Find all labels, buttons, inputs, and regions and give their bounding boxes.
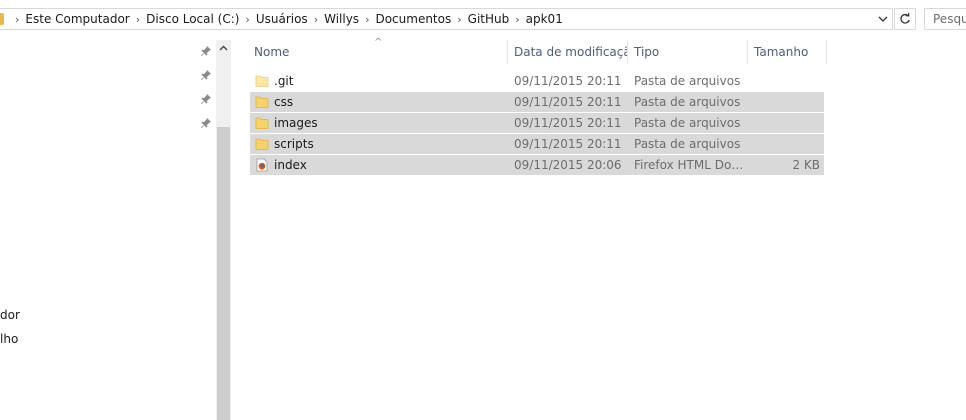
- file-type: Firefox HTML Doc...: [634, 158, 746, 172]
- file-row-git[interactable]: .git 09/11/2015 20:11 Pasta de arquivos: [250, 71, 824, 91]
- file-date: 09/11/2015 20:11: [514, 137, 622, 151]
- column-header-name[interactable]: Nome: [248, 40, 506, 64]
- chevron-down-icon: [878, 16, 888, 22]
- file-size: 2 KB: [792, 158, 820, 172]
- column-header-size[interactable]: Tamanho: [748, 40, 826, 64]
- file-name: index: [274, 158, 307, 172]
- navigation-pane: dor lho: [0, 40, 216, 420]
- file-list-pane: ^ Nome Data de modificação Tipo Tamanho …: [231, 37, 966, 420]
- nav-scrollbar[interactable]: [216, 40, 231, 420]
- file-row-images[interactable]: images 09/11/2015 20:11 Pasta de arquivo…: [250, 113, 824, 133]
- pin-icon[interactable]: [200, 45, 212, 57]
- folder-icon: [255, 138, 269, 150]
- file-size: [748, 92, 820, 112]
- folder-icon: [255, 117, 269, 129]
- chevron-right-icon[interactable]: ›: [309, 13, 323, 26]
- breadcrumb-willys[interactable]: Willys: [323, 12, 360, 26]
- file-name: images: [274, 116, 318, 130]
- file-date: 09/11/2015 20:11: [514, 74, 622, 88]
- address-row: › Este Computador › Disco Local (C:) › U…: [0, 0, 966, 40]
- column-header-date[interactable]: Data de modificação: [508, 40, 627, 64]
- refresh-button[interactable]: [894, 8, 916, 30]
- firefox-html-icon: [256, 158, 268, 172]
- folder-icon: [255, 96, 269, 108]
- nav-item-label[interactable]: dor: [0, 308, 20, 322]
- file-name: css: [274, 95, 294, 109]
- breadcrumb-documentos[interactable]: Documentos: [374, 12, 452, 26]
- file-size: [748, 71, 820, 91]
- chevron-right-icon[interactable]: ›: [452, 13, 466, 26]
- chevron-right-icon[interactable]: ›: [360, 13, 374, 26]
- address-bar[interactable]: › Este Computador › Disco Local (C:) › U…: [0, 8, 893, 30]
- column-header-type[interactable]: Tipo: [628, 40, 746, 64]
- search-box[interactable]: [924, 8, 966, 30]
- file-size: [748, 134, 820, 154]
- file-row-css[interactable]: css 09/11/2015 20:11 Pasta de arquivos: [250, 92, 824, 112]
- breadcrumb: › Este Computador › Disco Local (C:) › U…: [10, 9, 564, 29]
- file-date: 09/11/2015 20:06: [514, 158, 622, 172]
- breadcrumb-apk01[interactable]: apk01: [525, 12, 564, 26]
- chevron-right-icon[interactable]: ›: [510, 13, 524, 26]
- file-type: Pasta de arquivos: [634, 137, 741, 151]
- file-size: [748, 113, 820, 133]
- chevron-right-icon[interactable]: ›: [10, 13, 24, 26]
- file-name: .git: [274, 74, 294, 88]
- column-divider[interactable]: [826, 40, 827, 64]
- breadcrumb-disco-local[interactable]: Disco Local (C:): [145, 12, 240, 26]
- chevron-up-icon: [219, 45, 228, 51]
- breadcrumb-github[interactable]: GitHub: [467, 12, 511, 26]
- file-date: 09/11/2015 20:11: [514, 95, 622, 109]
- pin-icon[interactable]: [200, 117, 212, 129]
- breadcrumb-usuarios[interactable]: Usuários: [255, 12, 309, 26]
- refresh-icon: [900, 13, 910, 24]
- scrollbar-thumb[interactable]: [217, 127, 230, 420]
- scroll-up-button[interactable]: [216, 40, 231, 56]
- nav-item-label[interactable]: lho: [0, 332, 18, 346]
- folder-icon: [0, 13, 4, 25]
- chevron-right-icon[interactable]: ›: [240, 13, 254, 26]
- file-type: Pasta de arquivos: [634, 116, 741, 130]
- file-name: scripts: [274, 137, 314, 151]
- chevron-right-icon[interactable]: ›: [131, 13, 145, 26]
- breadcrumb-este-computador[interactable]: Este Computador: [24, 12, 130, 26]
- column-headers: ^ Nome Data de modificação Tipo Tamanho: [231, 37, 831, 64]
- folder-icon: [255, 75, 269, 87]
- file-row-index[interactable]: index 09/11/2015 20:06 Firefox HTML Doc.…: [250, 155, 824, 175]
- file-date: 09/11/2015 20:11: [514, 116, 622, 130]
- address-history-dropdown[interactable]: [874, 9, 892, 29]
- file-row-scripts[interactable]: scripts 09/11/2015 20:11 Pasta de arquiv…: [250, 134, 824, 154]
- file-type: Pasta de arquivos: [634, 74, 741, 88]
- pin-icon[interactable]: [200, 69, 212, 81]
- pin-icon[interactable]: [200, 93, 212, 105]
- search-input[interactable]: [925, 9, 966, 29]
- file-type: Pasta de arquivos: [634, 95, 741, 109]
